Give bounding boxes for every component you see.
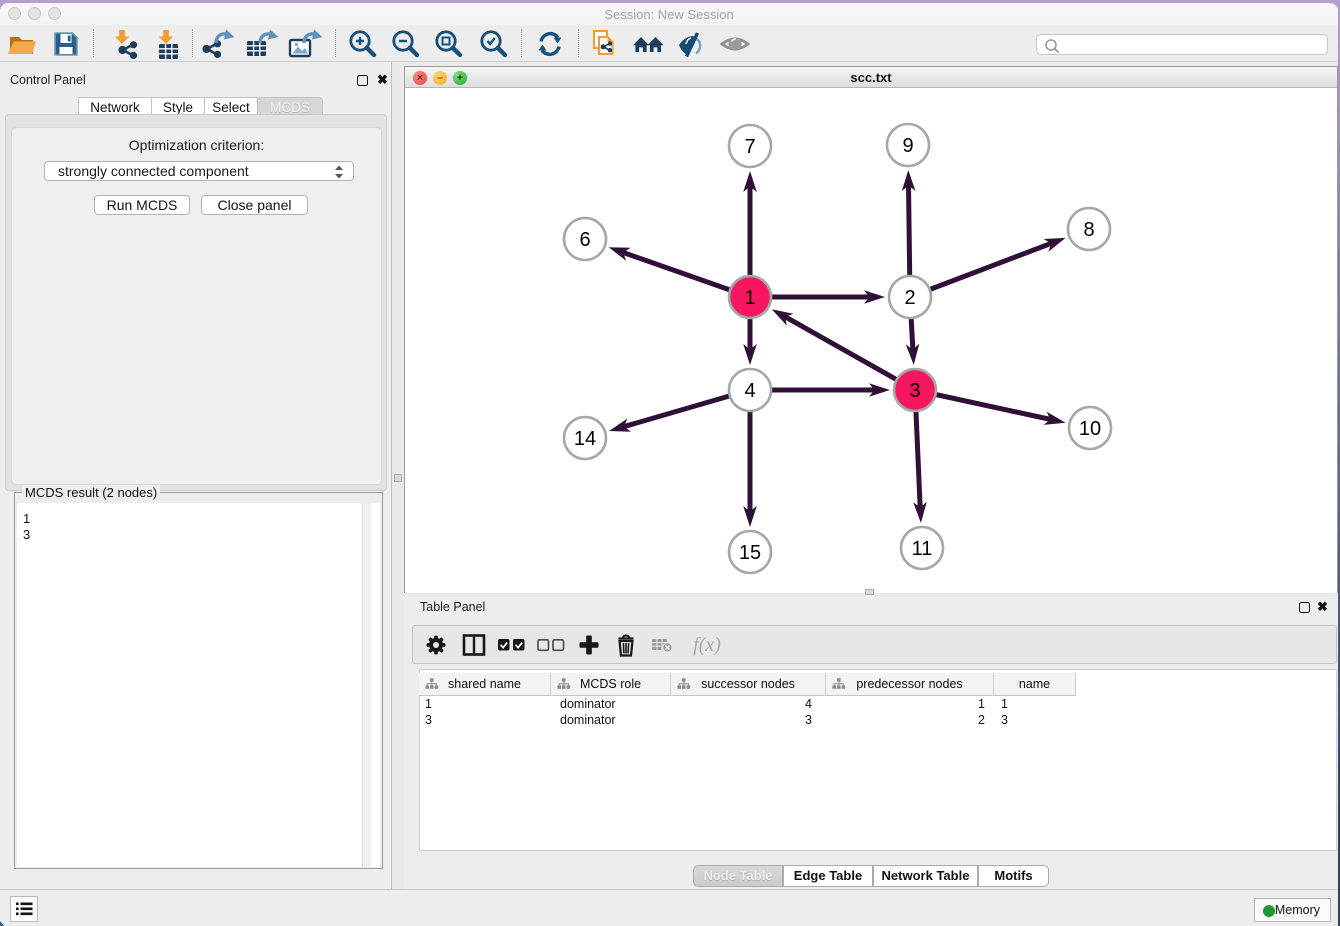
svg-text:7: 7 (744, 136, 755, 158)
svg-text:15: 15 (739, 542, 761, 564)
svg-text:6: 6 (579, 229, 590, 251)
svg-text:11: 11 (912, 538, 933, 560)
svg-text:9: 9 (902, 135, 913, 157)
svg-text:2: 2 (904, 287, 915, 309)
svg-text:1: 1 (744, 287, 755, 309)
svg-text:10: 10 (1079, 418, 1101, 440)
svg-text:14: 14 (574, 428, 596, 450)
svg-text:3: 3 (909, 380, 920, 402)
svg-text:4: 4 (744, 380, 755, 402)
svg-text:8: 8 (1083, 219, 1094, 241)
